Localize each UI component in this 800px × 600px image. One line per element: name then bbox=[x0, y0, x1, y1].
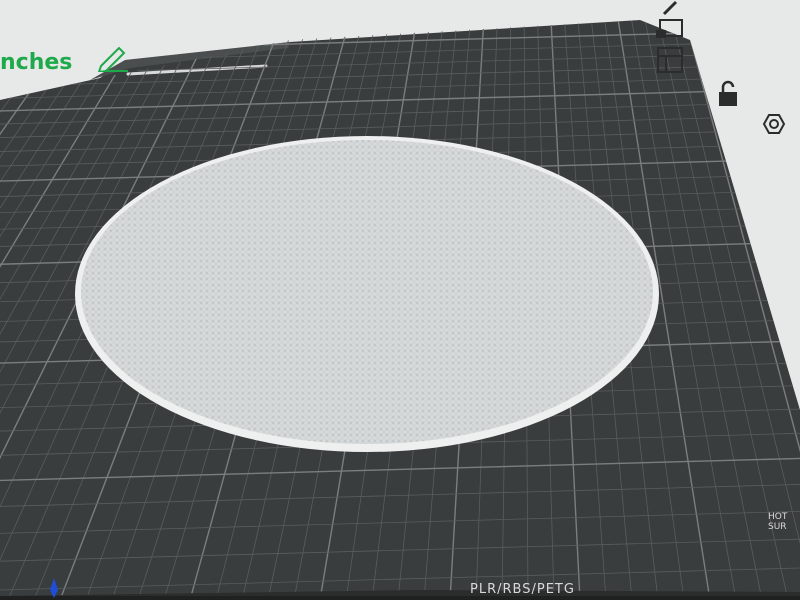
edit-name-pencil-icon[interactable] bbox=[95, 44, 131, 72]
plate-view-icon[interactable] bbox=[652, 14, 688, 42]
lock-icon[interactable] bbox=[710, 80, 746, 108]
circular-mesh-model[interactable] bbox=[81, 140, 653, 444]
plate-bottom-edge bbox=[0, 596, 800, 600]
hot-warning-line2: SUR bbox=[768, 522, 787, 532]
build-plate-viewport[interactable] bbox=[0, 0, 800, 600]
hot-warning-line1: HOT bbox=[768, 512, 788, 522]
plate-type-label: PLR/RBS/PETG bbox=[470, 582, 575, 597]
arrange-icon[interactable] bbox=[652, 46, 688, 74]
hot-surface-warning: HOT SUR bbox=[768, 512, 787, 532]
settings-hex-icon[interactable] bbox=[756, 110, 792, 138]
plate-name-label[interactable]: nches bbox=[0, 50, 72, 75]
